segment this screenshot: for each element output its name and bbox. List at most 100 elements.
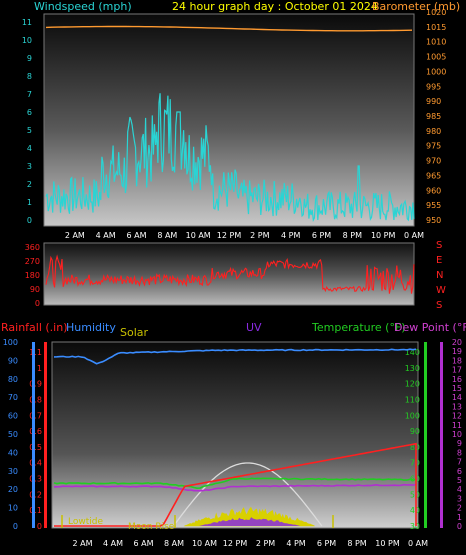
wind-left-tick: 7 [27,90,32,99]
baro-right-tick: 980 [426,127,441,136]
humidity-tick: 70 [8,393,18,402]
uv-tick: 8 [457,448,462,457]
baro-right-tick: 1020 [426,8,446,17]
uv-tick: 11 [452,421,462,430]
baro-title: Barometer (mb) [372,0,460,13]
uv-tick: 16 [452,375,462,384]
dew-title: Dew Point (°F) [394,321,466,334]
wind-x-tick: 10 PM [371,231,396,240]
wind-title: Windspeed (mph) [34,0,132,13]
baro-right-tick: 1000 [426,67,446,76]
direction-panel: 090180270360 SENWS [25,240,446,311]
wind-x-tick: 2 AM [65,231,85,240]
uv-tick: 2 [457,504,462,513]
rain-tick: 1.1 [29,348,42,357]
wind-x-tick: 6 AM [126,231,146,240]
wind-x-tick: 2 PM [250,231,269,240]
wind-left-tick: 5 [27,126,32,135]
bottom-x-tick: 4 PM [286,539,305,548]
humidity-tick: 20 [8,485,18,494]
compass-letter: S [436,240,442,251]
uv-tick: 5 [457,476,462,485]
wind-x-tick: 8 PM [343,231,362,240]
wind-x-tick: 12 PM [217,231,242,240]
temp-title: Temperature (°F) [311,321,406,334]
uv-axis-bar [440,342,443,528]
wind-left-tick: 6 [27,108,32,117]
rain-tick: 0.4 [29,459,42,468]
direction-tick: 90 [30,285,40,294]
compass-letter: S [436,300,442,311]
wind-left-tick: 11 [22,18,32,27]
wind-x-tick: 6 PM [312,231,331,240]
temperature-tick: 90 [410,427,420,436]
temperature-tick: 70 [410,459,420,468]
rain-axis-bar [44,342,47,528]
uv-tick: 3 [457,494,462,503]
rain-tick: 0.6 [29,427,42,436]
direction-tick: 0 [35,299,40,308]
bottom-x-tick: 6 AM [133,539,153,548]
rain-tick: 0.9 [29,380,42,389]
humidity-tick: 0 [13,522,18,531]
uv-tick: 7 [457,458,462,467]
humidity-tick: 30 [8,467,18,476]
date-title: 24 hour graph day : October 01 2024 [172,0,378,13]
bottom-x-tick: 12 PM [223,539,248,548]
bottom-x-tick: 0 AM [408,539,428,548]
baro-right-tick: 985 [426,112,441,121]
humidity-tick: 80 [8,375,18,384]
wind-left-tick: 10 [22,36,32,45]
baro-right-tick: 1015 [426,23,446,32]
uv-tick: 9 [457,439,462,448]
wind-x-tick: 10 AM [186,231,211,240]
temperature-tick: 100 [405,411,420,420]
humidity-tick: 90 [8,356,18,365]
temperature-tick: 130 [405,364,420,373]
humidity-title: Humidity [66,321,116,334]
bottom-x-tick: 2 PM [256,539,275,548]
humidity-tick: 10 [8,504,18,513]
uv-tick: 1 [457,513,462,522]
bottom-x-tick: 2 AM [72,539,92,548]
humidity-tick: 50 [8,430,18,439]
bottom-x-tick: 8 PM [347,539,366,548]
temperature-tick: 110 [405,395,420,404]
uv-tick: 4 [457,485,462,494]
weather-graph: Windspeed (mph) 24 hour graph day : Octo… [1,0,466,548]
rain-tick: 0.2 [29,490,42,499]
uv-tick: 13 [452,402,462,411]
uv-tick: 14 [452,393,462,402]
wind-x-tick: 4 AM [96,231,116,240]
bottom-panel: 00.10.20.30.40.50.60.70.80.911.1 0102030… [3,338,462,548]
uv-tick: 0 [457,522,462,531]
baro-right-tick: 965 [426,171,441,180]
rain-tick: 0.5 [29,443,42,452]
humidity-tick: 40 [8,448,18,457]
uv-tick: 6 [457,467,462,476]
wind-left-tick: 3 [27,162,32,171]
temp-axis-bar [424,342,427,528]
uv-tick: 17 [452,366,462,375]
baro-right-tick: 1010 [426,38,446,47]
wind-left-tick: 0 [27,216,32,225]
temperature-tick: 50 [410,490,420,499]
baro-right-tick: 975 [426,142,441,151]
rain-tick: 1 [37,364,42,373]
compass-letter: E [436,255,442,266]
direction-tick: 270 [25,257,40,266]
wind-left-tick: 1 [27,198,32,207]
uv-tick: 19 [452,347,462,356]
wind-left-tick: 2 [27,180,32,189]
humidity-tick: 100 [3,338,18,347]
uv-tick: 15 [452,384,462,393]
wind-x-tick: 8 AM [157,231,177,240]
bottom-x-tick: 8 AM [164,539,184,548]
baro-right-tick: 970 [426,157,441,166]
wind-left-tick: 4 [27,144,32,153]
uv-tick: 10 [452,430,462,439]
bottom-x-tick: 10 AM [192,539,217,548]
rain-tick: 0 [37,522,42,531]
bottom-x-tick: 6 PM [317,539,336,548]
wind-left-tick: 8 [27,72,32,81]
